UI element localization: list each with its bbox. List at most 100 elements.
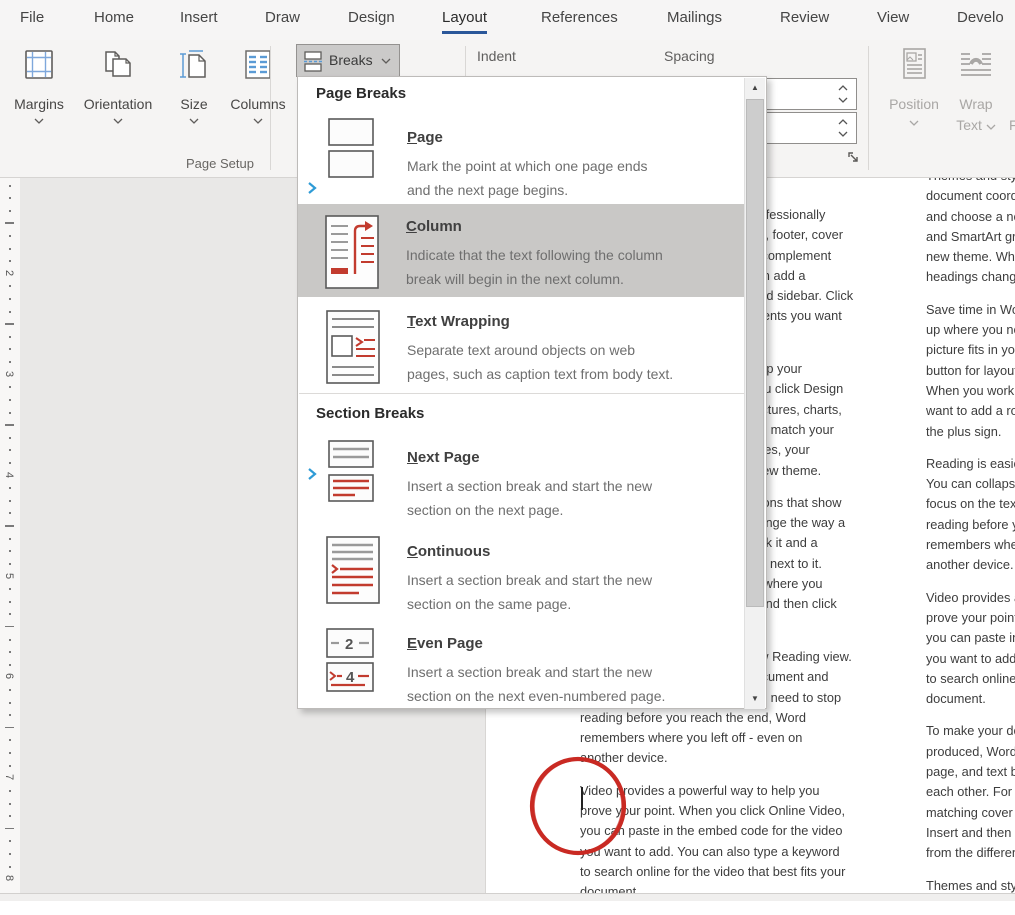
orientation-icon: [101, 48, 135, 82]
menu-item-text-wrapping[interactable]: Text Wrapping Separate text around objec…: [299, 299, 745, 391]
scrollbar-thumb[interactable]: [746, 99, 764, 607]
tab-review[interactable]: Review: [780, 9, 829, 31]
svg-text:2: 2: [345, 636, 353, 653]
menu-item-page[interactable]: Page Mark the point at which one page en…: [299, 115, 745, 204]
page-break-icon: [325, 117, 381, 181]
ruler-number: 3: [2, 367, 16, 381]
ruler-tick: [9, 702, 11, 704]
tab-file[interactable]: File: [20, 9, 44, 31]
chevron-down-icon: [381, 58, 391, 64]
paragraph: Save time in Word with new buttons that …: [926, 300, 1015, 442]
tab-draw[interactable]: Draw: [265, 9, 300, 31]
menu-item-next-page[interactable]: Next Page Insert a section break and sta…: [299, 435, 745, 529]
ruler-tick: [9, 752, 11, 754]
text-line: matching cover page, header, and sidebar…: [926, 803, 1015, 823]
menu-item-continuous[interactable]: Continuous Insert a section break and st…: [299, 529, 745, 621]
size-label: Size: [172, 96, 216, 112]
breaks-icon: [302, 50, 324, 72]
ruler-tick: [9, 336, 11, 338]
ribbon-tab-bar: File Home Insert Draw Design Layout References…: [0, 0, 1015, 40]
menu-item-column[interactable]: Column Indicate that the text following …: [298, 204, 746, 297]
text-wrapping-break-icon: [325, 309, 381, 385]
svg-text:4: 4: [346, 669, 355, 686]
ruler-tick: [9, 260, 11, 262]
wrap-text-button: Wrap Text: [946, 42, 1006, 170]
columns-button[interactable]: Columns: [224, 42, 292, 170]
ruler-tick: [9, 739, 11, 741]
even-page-break-icon: 2 4: [325, 627, 377, 695]
ruler-number: 2: [2, 266, 16, 280]
text-line: and SmartArt graphics change to match yo…: [926, 227, 1015, 247]
tab-references[interactable]: References: [541, 9, 618, 31]
chevron-down-icon: [253, 118, 263, 124]
text-line: reading before you reach the end, Word: [926, 515, 1015, 535]
menu-item-desc: Mark the point at which one page ends an…: [407, 155, 648, 202]
text-line: headings change to match the new theme.: [926, 267, 1015, 287]
ruler-tick: [9, 487, 11, 489]
spinner-up-icon[interactable]: [838, 85, 848, 91]
ruler-tick: [9, 563, 11, 565]
chevron-down-icon: [189, 118, 199, 124]
tab-mailings[interactable]: Mailings: [667, 9, 722, 31]
position-label: Position: [885, 96, 943, 112]
margins-button[interactable]: Margins: [12, 42, 66, 170]
text-line: new theme. When you apply styles, your: [926, 247, 1015, 267]
text-line: prove your point. When you click Online …: [926, 608, 1015, 628]
spinner-down-icon[interactable]: [838, 97, 848, 103]
orientation-button[interactable]: Orientation: [72, 42, 164, 170]
tab-design[interactable]: Design: [348, 9, 395, 31]
text-line: When you work on a table, click where yo…: [926, 381, 1015, 401]
menu-item-even-page[interactable]: 2 4 Even Page Insert a section break and…: [299, 621, 745, 706]
ruler-tick: [5, 222, 14, 224]
size-button[interactable]: Size: [172, 42, 216, 170]
text-line: button for layout options appears next t…: [926, 361, 1015, 381]
text-line: Video provides a powerful way to help yo…: [926, 588, 1015, 608]
tab-layout[interactable]: Layout: [442, 9, 487, 34]
spinner-up-icon[interactable]: [838, 119, 848, 125]
menu-scrollbar[interactable]: ▲ ▼: [744, 78, 765, 709]
spinner-down-icon[interactable]: [838, 131, 848, 137]
ruler-tick: [5, 424, 14, 426]
tab-insert[interactable]: Insert: [180, 9, 218, 31]
clipped-button-label: F: [1009, 117, 1015, 133]
ruler-tick: [9, 361, 11, 363]
menu-item-desc: Insert a section break and start the new…: [407, 475, 652, 522]
ruler-tick: [9, 412, 11, 414]
tab-view[interactable]: View: [877, 9, 909, 31]
scroll-down-icon[interactable]: ▼: [745, 689, 765, 709]
ruler-tick: [9, 714, 11, 716]
wrap-text-label: Wrap: [946, 96, 1006, 112]
ruler-tick: [9, 588, 11, 590]
ruler-tick: [9, 285, 11, 287]
section-breaks-header: Section Breaks: [316, 405, 424, 422]
text-line: to search online for the video that best…: [926, 669, 1015, 689]
text-line: another device.: [926, 555, 1015, 575]
ruler-tick: [9, 601, 11, 603]
menu-section-divider: [299, 393, 745, 394]
paragraph: To make your document look professionall…: [926, 721, 1015, 863]
breaks-button[interactable]: Breaks: [296, 44, 400, 77]
ruler-tick: [9, 765, 11, 767]
insert-point-chevron-icon: [307, 181, 319, 195]
text-line: from the different galleries.: [926, 843, 1015, 863]
ruler-tick: [9, 462, 11, 464]
ruler-tick: [9, 651, 11, 653]
menu-item-title: Even Page: [407, 635, 483, 652]
ruler-tick: [5, 727, 14, 729]
insert-point-chevron-icon: [307, 467, 319, 481]
position-icon: [896, 46, 932, 82]
tab-home[interactable]: Home: [94, 9, 134, 31]
ruler-tick: [9, 298, 11, 300]
text-line: Save time in Word with new buttons that …: [926, 300, 1015, 320]
column-break-icon: [324, 214, 380, 290]
text-line: document coordinated. When you click Des…: [926, 186, 1015, 206]
ruler-number: 6: [2, 669, 16, 683]
ruler-tick: [9, 399, 11, 401]
menu-item-desc: Indicate that the text following the col…: [406, 244, 663, 291]
ruler-tick: [9, 790, 11, 792]
ruler-tick: [9, 500, 11, 502]
menu-item-title: Next Page: [407, 449, 480, 466]
scroll-up-icon[interactable]: ▲: [745, 78, 765, 98]
paragraph-dialog-launcher-icon[interactable]: [847, 151, 860, 164]
tab-develo[interactable]: Develo: [957, 9, 1004, 31]
